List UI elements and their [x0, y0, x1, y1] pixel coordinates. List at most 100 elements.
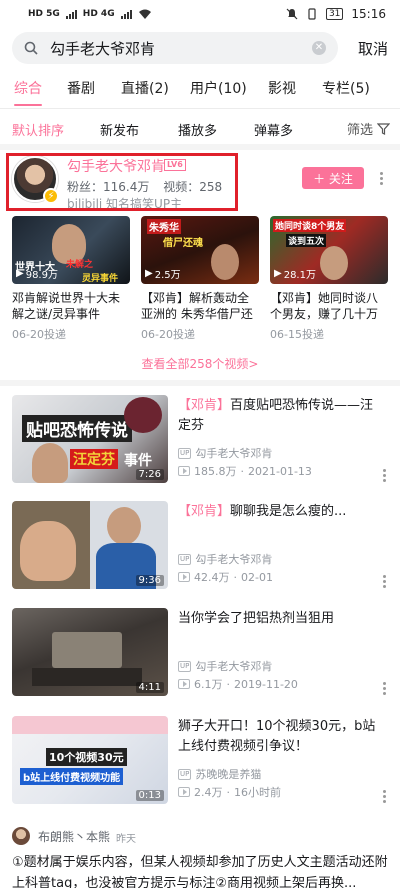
user-card[interactable]: ⚡ 勾手老大爷邓肯 LV6 粉丝：116.4万 视频：258 bilibili … — [0, 150, 400, 212]
status-right: 31 15:16 — [286, 7, 386, 21]
up-badge-icon: UP — [178, 553, 192, 565]
video-thumbnail[interactable]: 10个视频30元 b站上线付费视频功能 0:13 — [12, 716, 168, 804]
mini-video-card[interactable]: 世界十大 未解之 灵异事件 ▶ 98.9万 邓肯解说世界十大未解之谜/灵异事件 … — [12, 216, 130, 342]
mini-play-count-value: 98.9万 — [25, 270, 58, 281]
mini-video-date: 06-15投递 — [270, 328, 324, 341]
publish-date: 02-01 — [241, 570, 273, 584]
thumb-caption-2: 汪定芬 — [70, 449, 118, 469]
mini-play-count-value: 28.1万 — [283, 270, 316, 281]
uploader-name: 勾手老大爷邓肯 — [195, 553, 273, 566]
video-title-keyword: 【邓肯】 — [178, 398, 231, 413]
sort-default[interactable]: 默认排序 — [12, 120, 64, 139]
commenter-name[interactable]: 布朗熊丶本熊 — [38, 828, 110, 845]
clock: 15:16 — [351, 7, 386, 21]
video-more-icon[interactable] — [382, 575, 386, 588]
wifi-icon — [138, 9, 151, 19]
meta-separator: · — [240, 464, 245, 478]
video-item[interactable]: 9:36 【邓肯】聊聊我是怎么瘦的... UP 勾手老大爷邓肯 42.4万 · 02-… — [12, 501, 388, 593]
video-meta: 6.1万 · 2019-11-20 — [178, 676, 298, 692]
filter-button[interactable]: 筛选 — [347, 119, 390, 138]
tab-users[interactable]: 用户(10) — [190, 74, 247, 108]
mini-video-title[interactable]: 邓肯解说世界十大未解之谜/灵异事件 — [12, 290, 130, 322]
video-thumbnail[interactable]: 9:36 — [12, 501, 168, 589]
mini-video-date: 06-20投递 — [141, 328, 195, 341]
cancel-button[interactable]: 取消 — [358, 38, 388, 59]
video-title[interactable]: 狮子大开口！10个视频30元，b站上线付费视频引争议！ — [178, 717, 378, 757]
thumb-caption-3: 灵异事件 — [82, 274, 119, 284]
video-duration: 7:26 — [135, 469, 164, 480]
mini-play-count: ▶ 2.5万 — [145, 268, 181, 281]
sort-most-danmaku[interactable]: 弹幕多 — [254, 120, 293, 139]
mini-video-card[interactable]: 朱秀华 借尸还魂 ▶ 2.5万 【邓肯】解析轰动全亚洲的 朱秀华借尸还魂... … — [141, 216, 259, 342]
tab-comprehensive[interactable]: 综合 — [14, 74, 42, 108]
thumb-face — [32, 443, 68, 483]
thumb-face-2 — [107, 507, 141, 545]
mini-video-thumbnail[interactable]: 她同时谈8个男友 谈到五次 ▶ 28.1万 — [270, 216, 388, 284]
signal-icon-2 — [120, 9, 132, 19]
highlight-box — [6, 153, 238, 211]
network-indicators: HD 5G HD 4G — [28, 9, 152, 20]
tab-articles[interactable]: 专栏(5) — [322, 74, 370, 108]
see-all-videos-link[interactable]: 查看全部258个视频> — [0, 355, 400, 372]
thumb-banner — [12, 716, 168, 734]
meta-separator: · — [226, 785, 231, 799]
video-thumbnail[interactable]: 贴吧恐怖传说 汪定芬 事件 7:26 — [12, 395, 168, 483]
video-duration: 0:13 — [135, 790, 164, 801]
video-more-icon[interactable] — [382, 790, 386, 803]
video-title-text: 聊聊我是怎么瘦的... — [230, 504, 347, 519]
thumb-caption-2: 借尸还魂 — [163, 238, 203, 249]
play-count-icon — [178, 787, 190, 797]
video-meta: 185.8万 · 2021-01-13 — [178, 463, 312, 479]
tab-live[interactable]: 直播(2) — [121, 74, 169, 108]
sort-row: 默认排序 新发布 播放多 弹幕多 筛选 — [0, 112, 400, 144]
mini-video-card[interactable]: 她同时谈8个男友 谈到五次 ▶ 28.1万 【邓肯】她同时谈八个男友，赚了几十万… — [270, 216, 388, 342]
video-uploader[interactable]: UP 勾手老大爷邓肯 — [178, 658, 272, 674]
sort-newest[interactable]: 新发布 — [100, 120, 139, 139]
play-count: 185.8万 — [194, 465, 237, 478]
play-count-icon — [178, 572, 190, 582]
thumb-face — [320, 246, 348, 280]
filter-label: 筛选 — [346, 123, 373, 138]
thumb-scene — [52, 632, 122, 668]
video-title[interactable]: 当你学会了把铝热剂当狙用 — [178, 609, 378, 629]
thumb-caption-2: b站上线付费视频功能 — [20, 768, 124, 785]
video-item[interactable]: 4:11 当你学会了把铝热剂当狙用 UP 勾手老大爷邓肯 6.1万 · 2019-11… — [12, 608, 388, 700]
mini-video-title[interactable]: 【邓肯】解析轰动全亚洲的 朱秀华借尸还魂... — [141, 290, 259, 322]
up-badge-icon: UP — [178, 660, 192, 672]
mini-video-thumbnail[interactable]: 世界十大 未解之 灵异事件 ▶ 98.9万 — [12, 216, 130, 284]
comment-text: ①题材属于娱乐内容，但某人视频却参加了历史人文主题活动还附上科普tag，也没被官… — [12, 855, 388, 888]
follow-button[interactable]: ＋ 关注 — [302, 167, 364, 189]
result-tabs: 综合 番剧 直播(2) 用户(10) 影视 专栏(5) — [0, 74, 400, 108]
tab-movies[interactable]: 影视 — [268, 74, 296, 108]
search-row: ✕ 取消 — [12, 32, 388, 64]
clear-search-icon[interactable]: ✕ — [312, 41, 326, 55]
video-item[interactable]: 10个视频30元 b站上线付费视频功能 0:13 狮子大开口！10个视频30元，… — [12, 716, 388, 808]
user-video-strip: 世界十大 未解之 灵异事件 ▶ 98.9万 邓肯解说世界十大未解之谜/灵异事件 … — [12, 216, 388, 344]
video-more-icon[interactable] — [382, 682, 386, 695]
video-thumbnail[interactable]: 4:11 — [12, 608, 168, 696]
mini-video-thumbnail[interactable]: 朱秀华 借尸还魂 ▶ 2.5万 — [141, 216, 259, 284]
signal-icon — [65, 9, 77, 19]
thumb-figure — [124, 397, 162, 433]
play-count-icon — [178, 466, 190, 476]
thumb-caption: 10个视频30元 — [46, 748, 127, 766]
thumb-caption: 她同时谈8个男友 — [273, 219, 347, 232]
thumb-scene-2 — [32, 668, 142, 686]
search-box[interactable]: ✕ — [12, 32, 338, 64]
vibrate-icon — [308, 8, 316, 20]
video-title[interactable]: 【邓肯】聊聊我是怎么瘦的... — [178, 502, 378, 522]
video-uploader[interactable]: UP 勾手老大爷邓肯 — [178, 551, 272, 567]
signal-label-1: HD 5G — [28, 9, 60, 19]
video-more-icon[interactable] — [382, 469, 386, 482]
search-input[interactable] — [50, 39, 312, 57]
commenter-avatar[interactable] — [12, 827, 30, 845]
tab-bangumi[interactable]: 番剧 — [67, 74, 95, 108]
user-more-icon[interactable] — [379, 172, 383, 185]
video-item[interactable]: 贴吧恐怖传说 汪定芬 事件 7:26 【邓肯】百度贴吧恐怖传说——汪定芬 UP 勾… — [12, 395, 388, 487]
video-uploader[interactable]: UP 勾手老大爷邓肯 — [178, 445, 272, 461]
mini-video-title[interactable]: 【邓肯】她同时谈八个男友，赚了几十万你... — [270, 290, 388, 322]
mini-play-count: ▶ 98.9万 — [16, 268, 58, 281]
sort-most-played[interactable]: 播放多 — [178, 120, 217, 139]
video-title[interactable]: 【邓肯】百度贴吧恐怖传说——汪定芬 — [178, 396, 378, 436]
video-uploader[interactable]: UP 苏晚晚是养猫 — [178, 766, 261, 782]
